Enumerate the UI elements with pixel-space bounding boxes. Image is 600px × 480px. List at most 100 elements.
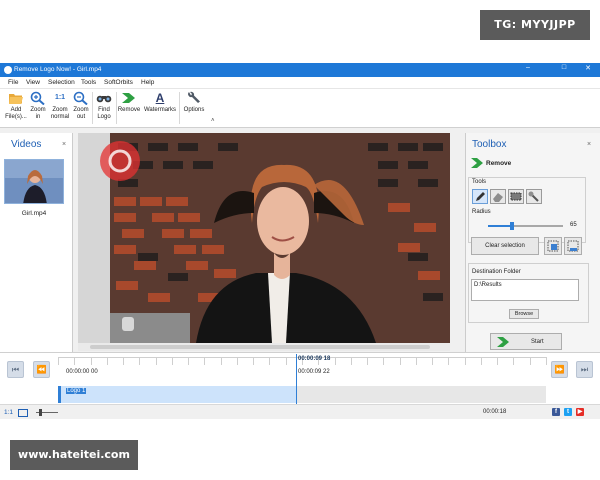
- ruler-tick: [253, 357, 254, 365]
- save-mask-button[interactable]: [544, 237, 562, 255]
- go-to-start-button[interactable]: ⏮: [7, 361, 24, 378]
- zoom-out-button[interactable]: Zoom out: [72, 91, 90, 120]
- maximize-button[interactable]: □: [554, 64, 574, 71]
- previous-frame-button[interactable]: ⏪: [33, 361, 50, 378]
- toolbox-close-icon[interactable]: ×: [587, 141, 591, 148]
- youtube-icon[interactable]: ▶: [576, 408, 584, 416]
- find-logo-button[interactable]: Find Logo: [94, 91, 114, 120]
- magic-wand-tool-button[interactable]: [526, 189, 542, 204]
- timeline-playhead[interactable]: [296, 354, 297, 404]
- logo-track-label: Logo 1: [66, 388, 87, 394]
- ruler-tick: [286, 357, 287, 365]
- ribbon-toolbar: Add File(s)... Zoom in 1:1 Zoom normal Z…: [0, 89, 600, 128]
- menu-bar: File View Selection Tools SoftOrbits Hel…: [0, 77, 600, 89]
- ruler-tick: [221, 357, 222, 365]
- ruler-tick: [237, 357, 238, 365]
- rectangle-tool-button[interactable]: [508, 189, 524, 204]
- eraser-icon: [491, 193, 505, 205]
- zoom-out-icon: [73, 91, 89, 106]
- ruler-tick: [58, 357, 59, 365]
- start-button[interactable]: Start: [490, 333, 562, 350]
- ruler-tick: [432, 357, 433, 365]
- logo-track-segment[interactable]: Logo 1: [58, 386, 296, 403]
- zoom-normal-icon: 1:1: [54, 94, 66, 101]
- zoom-slider-handle[interactable]: [39, 409, 42, 416]
- green-arrow-icon: [470, 157, 484, 169]
- ruler-tick: [188, 357, 189, 365]
- tools-group: Tools Radius: [468, 177, 586, 243]
- facebook-icon[interactable]: f: [552, 408, 560, 416]
- eraser-tool-button[interactable]: [490, 189, 506, 204]
- skip-forward-icon: ⏭: [580, 365, 589, 374]
- zoom-in-icon: [30, 91, 46, 106]
- minimize-button[interactable]: –: [518, 64, 538, 71]
- menu-help[interactable]: Help: [141, 79, 154, 86]
- radius-slider-fill: [488, 225, 512, 227]
- radius-slider-handle[interactable]: [510, 222, 514, 230]
- zoom-slider[interactable]: [36, 409, 58, 416]
- ruler-tick: [156, 357, 157, 365]
- ruler-tick: [74, 357, 75, 365]
- ruler-tick: [530, 357, 531, 365]
- ruler-tick: [448, 357, 449, 365]
- close-button[interactable]: ✕: [578, 64, 598, 72]
- load-mask-button[interactable]: [564, 237, 582, 255]
- radius-label: Radius: [472, 209, 491, 215]
- timeline-cursor-time-frames: 00:00:09 22: [298, 369, 330, 375]
- radius-slider[interactable]: [488, 222, 563, 230]
- menu-softorbits[interactable]: SoftOrbits: [104, 79, 133, 86]
- ruler-tick: [204, 357, 205, 365]
- app-icon: [4, 66, 12, 74]
- videos-panel: Videos × Girl.mp4: [0, 133, 73, 352]
- toolbox-panel: Toolbox × Remove Tools Radius 65 Clear s…: [465, 133, 600, 352]
- watermark-top: TG: MYYJJPP: [480, 10, 590, 40]
- destination-folder-label: Destination Folder: [472, 269, 521, 275]
- destination-folder-field[interactable]: D:\Results: [471, 279, 579, 301]
- menu-selection[interactable]: Selection: [48, 79, 75, 86]
- ruler-tick: [139, 357, 140, 365]
- ruler-tick: [513, 357, 514, 365]
- zoom-normal-button[interactable]: 1:1 Zoom normal: [48, 91, 72, 120]
- ribbon-separator: [92, 92, 93, 124]
- add-files-button[interactable]: Add File(s)...: [4, 91, 28, 120]
- toolbox-mode-label: Remove: [486, 160, 512, 167]
- ribbon-collapse-icon[interactable]: ˄: [211, 118, 215, 124]
- watermark-text-icon: A: [155, 91, 165, 105]
- clear-selection-button[interactable]: Clear selection: [471, 237, 539, 255]
- status-zoom-level[interactable]: 1:1: [4, 409, 13, 416]
- wrench-icon: [186, 91, 202, 105]
- next-frame-button[interactable]: ⏩: [551, 361, 568, 378]
- ruler-tick: [91, 357, 92, 365]
- ruler-tick: [497, 357, 498, 365]
- videos-panel-close-icon[interactable]: ×: [62, 141, 66, 148]
- title-bar: Remove Logo Now! - Girl.mp4 – □ ✕: [0, 63, 600, 77]
- menu-view[interactable]: View: [26, 79, 40, 86]
- video-item-label: Girl.mp4: [21, 210, 47, 217]
- watermarks-button[interactable]: A Watermarks: [143, 91, 177, 114]
- rewind-icon: ⏪: [36, 365, 47, 374]
- pencil-icon: [473, 192, 487, 205]
- go-to-end-button[interactable]: ⏭: [576, 361, 593, 378]
- browse-button[interactable]: Browse: [509, 309, 539, 319]
- video-preview[interactable]: [78, 133, 450, 343]
- zoom-in-button[interactable]: Zoom in: [30, 91, 46, 120]
- video-thumbnail[interactable]: [4, 159, 64, 204]
- ruler-tick: [481, 357, 482, 365]
- remove-button[interactable]: Remove: [117, 91, 141, 114]
- ruler-tick: [269, 357, 270, 365]
- preview-horizontal-scrollbar[interactable]: [78, 343, 450, 351]
- scrollbar-thumb[interactable]: [90, 345, 430, 349]
- videos-panel-title: Videos: [11, 139, 42, 150]
- menu-tools[interactable]: Tools: [81, 79, 96, 86]
- folder-open-icon: [8, 91, 24, 105]
- magic-wand-icon: [527, 191, 541, 205]
- binoculars-icon: [96, 91, 112, 105]
- ruler-tick: [367, 357, 368, 365]
- fit-to-window-icon[interactable]: [18, 409, 28, 417]
- ruler-tick: [107, 357, 108, 365]
- marker-tool-button[interactable]: [472, 189, 488, 204]
- rectangle-selection-icon: [509, 192, 523, 205]
- menu-file[interactable]: File: [8, 79, 18, 86]
- options-button[interactable]: Options: [181, 91, 207, 114]
- twitter-icon[interactable]: t: [564, 408, 572, 416]
